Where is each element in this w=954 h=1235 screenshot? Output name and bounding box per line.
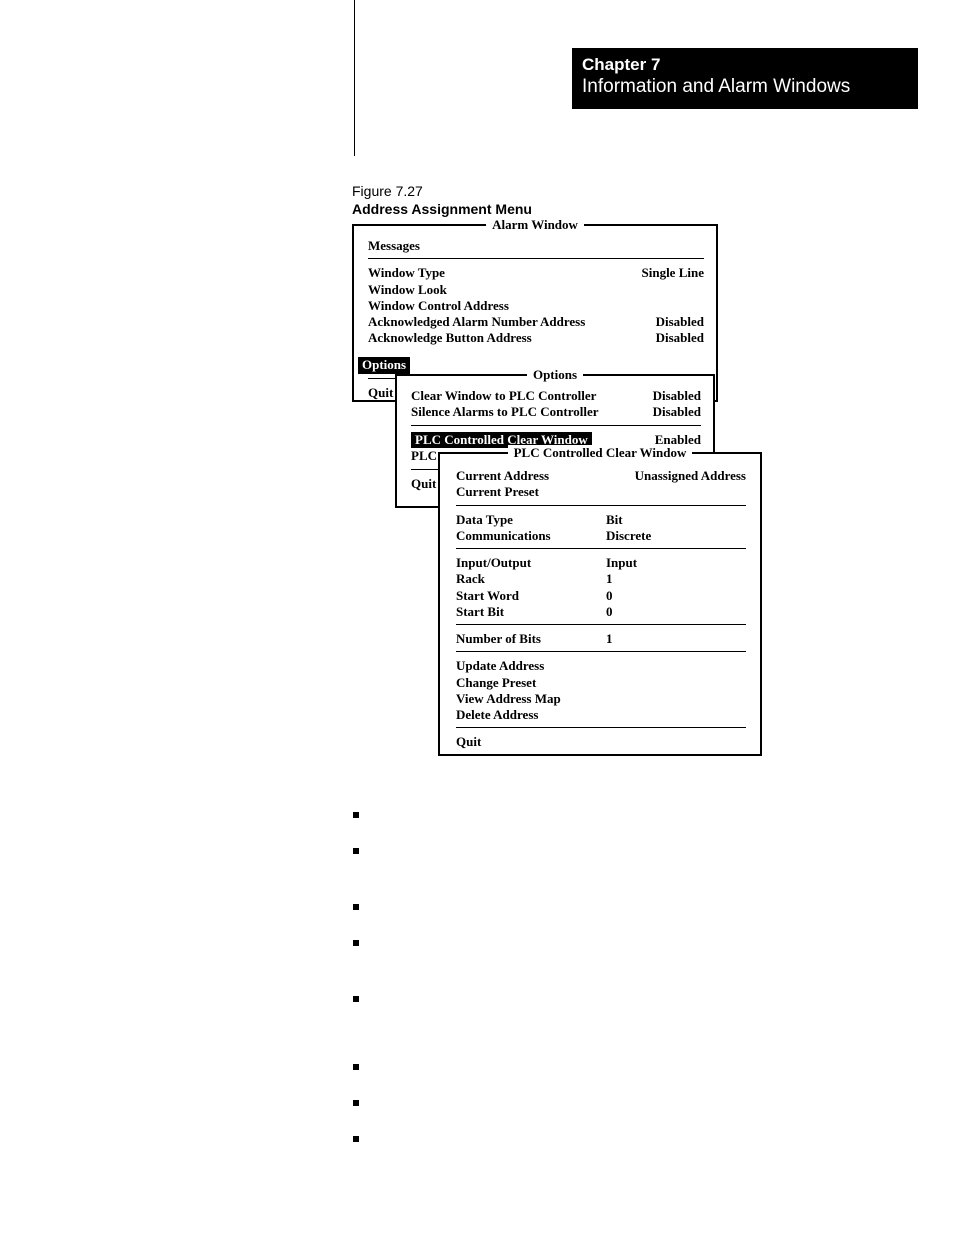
options-selected: Options (358, 357, 410, 374)
menu-item: Window Look (368, 282, 447, 298)
menu-item: Data Type (456, 512, 513, 528)
menu-item: Window Type (368, 265, 445, 281)
menu-value: Unassigned Address (635, 468, 746, 484)
bullet-icon (353, 848, 359, 854)
bullet-icon (353, 1100, 359, 1106)
menu-value: 0 (606, 604, 746, 620)
menu-item: Acknowledge Button Address (368, 330, 532, 346)
menu-item: Rack (456, 571, 485, 587)
bullet-icon (353, 904, 359, 910)
menu-item: Start Bit (456, 604, 504, 620)
figure-title: Address Assignment Menu (352, 200, 532, 218)
menu-action: Change Preset (456, 675, 536, 691)
menu-item: Window Control Address (368, 298, 509, 314)
menu-value: Discrete (606, 528, 746, 544)
menu-value: Disabled (653, 388, 701, 404)
menu-value: Disabled (656, 330, 704, 346)
menu-value: Disabled (653, 404, 701, 420)
bullet-icon (353, 940, 359, 946)
menu-item: Current Preset (456, 484, 539, 500)
menu-item-partial: PLC (411, 448, 437, 464)
page: Chapter 7 Information and Alarm Windows … (0, 0, 954, 1235)
menu-action: View Address Map (456, 691, 561, 707)
quit-label: Quit (456, 734, 481, 750)
quit-label: Quit (411, 476, 436, 492)
vertical-rule (354, 0, 355, 156)
menu-item: Clear Window to PLC Controller (411, 388, 596, 404)
bullet-list (353, 812, 373, 1142)
menu-value: 0 (606, 588, 746, 604)
plc-clear-window-panel: PLC Controlled Clear Window Current Addr… (438, 452, 762, 756)
menu-item: Silence Alarms to PLC Controller (411, 404, 599, 420)
menu-action: Delete Address (456, 707, 538, 723)
menu-diagram: Alarm Window Messages Window TypeSingle … (352, 224, 762, 774)
chapter-header: Chapter 7 Information and Alarm Windows (572, 48, 918, 109)
chapter-title: Information and Alarm Windows (582, 75, 908, 99)
figure-number: Figure 7.27 (352, 182, 532, 200)
menu-value: Bit (606, 512, 746, 528)
bullet-icon (353, 996, 359, 1002)
menu-value: Single Line (642, 265, 705, 281)
menu-item-selected: PLC Controlled Clear Window (411, 432, 592, 449)
menu-item: Start Word (456, 588, 519, 604)
menu-item: Input/Output (456, 555, 531, 571)
menu-value: 1 (606, 571, 746, 587)
bullet-icon (353, 1064, 359, 1070)
messages-label: Messages (368, 238, 420, 254)
bullet-icon (353, 1136, 359, 1142)
figure-caption: Figure 7.27 Address Assignment Menu (352, 182, 532, 218)
menu-item: Current Address (456, 468, 549, 484)
menu-value: Input (606, 555, 746, 571)
menu-value: Enabled (655, 432, 701, 449)
menu-action: Update Address (456, 658, 544, 674)
menu-value: 1 (606, 631, 746, 647)
menu-item: Communications (456, 528, 551, 544)
menu-value: Disabled (656, 314, 704, 330)
menu-item: Number of Bits (456, 631, 541, 647)
bullet-icon (353, 812, 359, 818)
chapter-number: Chapter 7 (582, 54, 908, 75)
menu-item: Acknowledged Alarm Number Address (368, 314, 585, 330)
